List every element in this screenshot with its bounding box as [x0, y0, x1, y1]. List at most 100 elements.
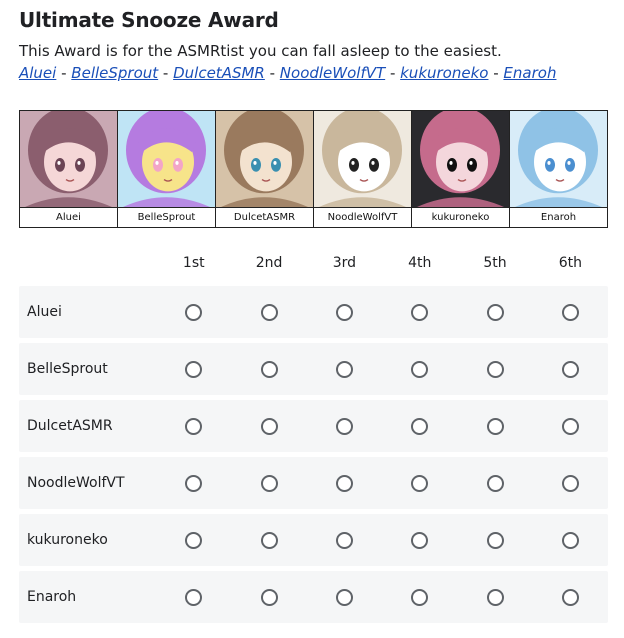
column-header-2nd: 2nd	[255, 255, 283, 271]
rank-radio-3rd[interactable]	[336, 474, 354, 492]
ranking-row-dulcetasmr: DulcetASMR	[19, 400, 608, 452]
rank-radio-2nd[interactable]	[260, 531, 278, 549]
banner-caption: DulcetASMR	[216, 207, 313, 227]
rank-radio-1st[interactable]	[185, 417, 203, 435]
column-header-1st: 1st	[182, 255, 205, 271]
rank-radio-1st[interactable]	[185, 474, 203, 492]
rank-radio-4th[interactable]	[411, 531, 429, 549]
row-label: DulcetASMR	[27, 418, 113, 434]
rank-radio-2nd[interactable]	[260, 303, 278, 321]
radio-cell	[307, 588, 382, 606]
radio-cell	[382, 531, 457, 549]
rank-radio-2nd[interactable]	[260, 360, 278, 378]
page-title: Ultimate Snooze Award	[19, 8, 279, 32]
radio-cell	[232, 531, 307, 549]
banner-caption: Enaroh	[510, 207, 607, 227]
ranking-row-enaroh: Enaroh	[19, 571, 608, 623]
nominee-banner: Aluei BelleSprout DulcetASMR NoodleWolfVT ku…	[19, 110, 608, 228]
radio-cell	[156, 588, 231, 606]
radio-cell	[156, 360, 231, 378]
rank-radio-3rd[interactable]	[336, 588, 354, 606]
nominee-link-dulcetasmr[interactable]: DulcetASMR	[173, 64, 265, 82]
rank-radio-6th[interactable]	[561, 360, 579, 378]
nominee-link-enaroh[interactable]: Enaroh	[503, 64, 556, 82]
rank-radio-2nd[interactable]	[260, 474, 278, 492]
row-label: Aluei	[27, 304, 62, 320]
nominee-link-noodlewolfvt[interactable]: NoodleWolfVT	[280, 64, 385, 82]
radio-cell	[533, 360, 608, 378]
rank-radio-1st[interactable]	[185, 303, 203, 321]
link-separator: -	[56, 64, 72, 82]
rank-radio-4th[interactable]	[411, 417, 429, 435]
rank-radio-5th[interactable]	[486, 417, 504, 435]
rank-radio-5th[interactable]	[486, 588, 504, 606]
radio-cell	[533, 474, 608, 492]
radio-cell	[382, 303, 457, 321]
nominee-link-bellesprout[interactable]: BelleSprout	[71, 64, 158, 82]
radio-cell	[232, 417, 307, 435]
rank-radio-5th[interactable]	[486, 531, 504, 549]
ranking-row-noodlewolfvt: NoodleWolfVT	[19, 457, 608, 509]
nominee-links: Aluei - BelleSprout - DulcetASMR - Noodl…	[19, 64, 556, 82]
radio-cell	[156, 417, 231, 435]
award-form: Ultimate Snooze Award This Award is for …	[0, 0, 624, 638]
rank-radio-5th[interactable]	[486, 303, 504, 321]
portrait-image	[412, 111, 509, 207]
rank-radio-3rd[interactable]	[336, 303, 354, 321]
row-label: NoodleWolfVT	[27, 475, 125, 491]
radio-cell	[156, 474, 231, 492]
radio-cell	[232, 474, 307, 492]
banner-tile-enaroh: Enaroh	[510, 111, 607, 227]
ranking-row-bellesprout: BelleSprout	[19, 343, 608, 395]
rank-radio-1st[interactable]	[185, 360, 203, 378]
nominee-link-kukuroneko[interactable]: kukuroneko	[400, 64, 488, 82]
rank-radio-4th[interactable]	[411, 588, 429, 606]
radio-cell	[533, 303, 608, 321]
radio-cell	[307, 474, 382, 492]
rank-radio-1st[interactable]	[185, 531, 203, 549]
radio-cell	[533, 588, 608, 606]
column-header-4th: 4th	[408, 255, 432, 271]
ranking-rows: Aluei BelleSprout DulcetASMR NoodleWolfVT ku…	[19, 286, 608, 623]
row-label: BelleSprout	[27, 361, 108, 377]
portrait-image	[20, 111, 117, 207]
portrait-image	[314, 111, 411, 207]
rank-radio-6th[interactable]	[561, 417, 579, 435]
rank-radio-6th[interactable]	[561, 588, 579, 606]
rank-radio-2nd[interactable]	[260, 417, 278, 435]
row-label: Enaroh	[27, 589, 77, 605]
rank-radio-5th[interactable]	[486, 360, 504, 378]
rank-radio-4th[interactable]	[411, 303, 429, 321]
radio-cell	[457, 474, 532, 492]
radio-cell	[307, 531, 382, 549]
radio-cell	[382, 474, 457, 492]
rank-radio-1st[interactable]	[185, 588, 203, 606]
rank-radio-6th[interactable]	[561, 531, 579, 549]
radio-cell	[382, 360, 457, 378]
rank-radio-5th[interactable]	[486, 474, 504, 492]
link-separator: -	[488, 64, 504, 82]
rank-radio-4th[interactable]	[411, 360, 429, 378]
rank-radio-4th[interactable]	[411, 474, 429, 492]
row-label: kukuroneko	[27, 532, 108, 548]
banner-caption: NoodleWolfVT	[314, 207, 411, 227]
column-header-5th: 5th	[483, 255, 507, 271]
radio-cell	[533, 531, 608, 549]
nominee-link-aluei[interactable]: Aluei	[19, 64, 56, 82]
portrait-image	[510, 111, 607, 207]
radio-cell	[232, 303, 307, 321]
rank-radio-6th[interactable]	[561, 303, 579, 321]
portrait-image	[216, 111, 313, 207]
rank-radio-3rd[interactable]	[336, 360, 354, 378]
rank-radio-2nd[interactable]	[260, 588, 278, 606]
ranking-header: 1st 2nd 3rd 4th 5th 6th	[19, 240, 608, 286]
rank-radio-3rd[interactable]	[336, 417, 354, 435]
award-description: This Award is for the ASMRtist you can f…	[19, 42, 502, 60]
rank-radio-6th[interactable]	[561, 474, 579, 492]
radio-cell	[156, 303, 231, 321]
rank-radio-3rd[interactable]	[336, 531, 354, 549]
ranking-grid: 1st 2nd 3rd 4th 5th 6th Aluei BelleSprout Dulce…	[19, 240, 608, 628]
radio-cell	[307, 417, 382, 435]
ranking-row-kukuroneko: kukuroneko	[19, 514, 608, 566]
banner-caption: kukuroneko	[412, 207, 509, 227]
